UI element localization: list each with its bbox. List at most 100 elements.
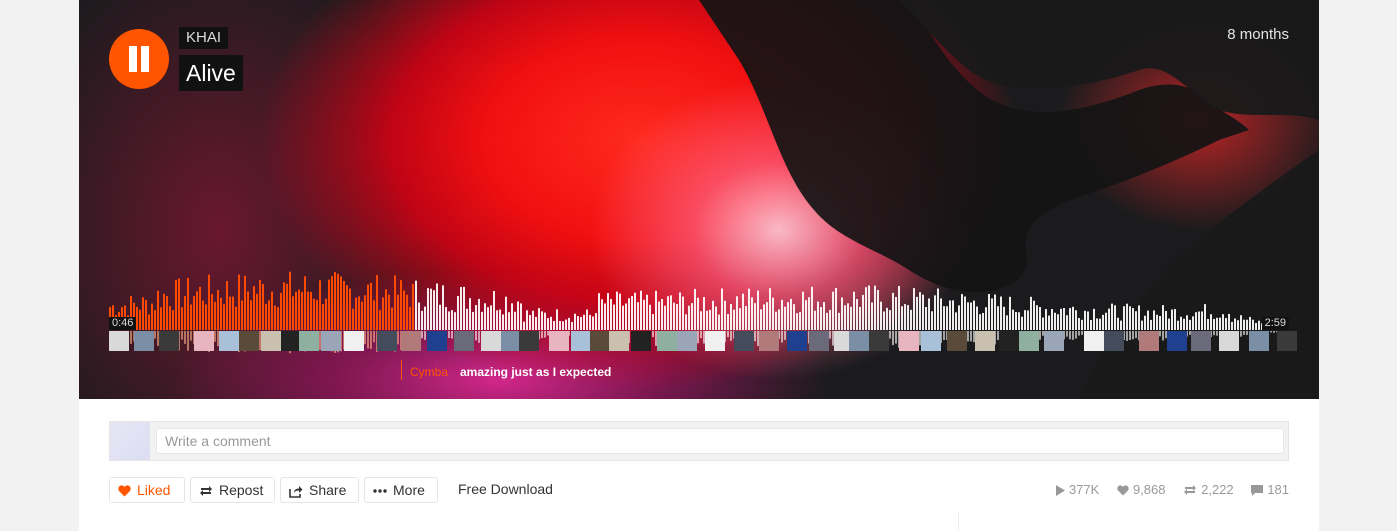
waveform[interactable] xyxy=(109,250,1289,370)
waveform-bar xyxy=(979,314,981,330)
commenter-avatar[interactable] xyxy=(657,331,677,351)
commenter-avatar[interactable] xyxy=(921,331,941,351)
user-avatar xyxy=(110,422,150,460)
commenter-avatar[interactable] xyxy=(809,331,829,351)
commenter-avatar[interactable] xyxy=(631,331,651,351)
waveform-bar xyxy=(1195,312,1197,330)
share-button[interactable]: Share xyxy=(280,477,359,503)
waveform-bar xyxy=(952,300,954,330)
waveform-bar xyxy=(628,298,630,330)
waveform-bar xyxy=(364,295,366,330)
waveform-bar xyxy=(1168,318,1170,330)
commenter-avatar[interactable] xyxy=(1044,331,1064,351)
commenter-avatar[interactable] xyxy=(999,331,1019,351)
waveform-bar xyxy=(619,293,621,330)
commenter-avatar[interactable] xyxy=(159,331,179,351)
commenter-avatar[interactable] xyxy=(1249,331,1269,351)
repost-button[interactable]: Repost xyxy=(190,477,275,503)
commenter-avatar[interactable] xyxy=(975,331,995,351)
comment-avatars-strip[interactable] xyxy=(109,331,1297,351)
waveform-bar xyxy=(1054,312,1056,330)
waveform-bar xyxy=(445,307,447,330)
waveform-bar xyxy=(688,305,690,330)
waveform-bar xyxy=(1024,310,1026,330)
commenter-avatar[interactable] xyxy=(590,331,610,351)
waveform-bar xyxy=(1204,304,1206,330)
waveform-bar xyxy=(634,292,636,330)
reposts-stat[interactable]: 2,222 xyxy=(1183,482,1234,497)
like-button[interactable]: Liked xyxy=(109,477,185,503)
commenter-avatar[interactable] xyxy=(1167,331,1187,351)
commenter-avatar[interactable] xyxy=(849,331,869,351)
waveform-bar xyxy=(376,275,378,330)
waveform-bar xyxy=(271,291,273,330)
commenter-avatar[interactable] xyxy=(947,331,967,351)
commenter-avatar[interactable] xyxy=(1277,331,1297,351)
waveform-bar xyxy=(616,291,618,330)
commenter-avatar[interactable] xyxy=(219,331,239,351)
waveform-bar xyxy=(940,298,942,330)
comments-stat[interactable]: 181 xyxy=(1251,482,1289,497)
commenter-avatar[interactable] xyxy=(519,331,539,351)
commenter-avatar[interactable] xyxy=(549,331,569,351)
free-download-link[interactable]: Free Download xyxy=(458,477,553,503)
commenter-avatar[interactable] xyxy=(344,331,364,351)
commenter-avatar[interactable] xyxy=(759,331,779,351)
waveform-bar xyxy=(1105,312,1107,330)
commenter-avatar[interactable] xyxy=(501,331,521,351)
commenter-avatar[interactable] xyxy=(239,331,259,351)
waveform-bar xyxy=(841,297,843,330)
commenter-avatar[interactable] xyxy=(1104,331,1124,351)
artist-name[interactable]: KHAI xyxy=(179,27,229,49)
track-title[interactable]: Alive xyxy=(179,55,243,91)
commenter-avatar[interactable] xyxy=(261,331,281,351)
commenter-avatar[interactable] xyxy=(427,331,447,351)
commenter-avatar[interactable] xyxy=(787,331,807,351)
waveform-bar xyxy=(838,312,840,330)
commenter-avatar[interactable] xyxy=(677,331,697,351)
commenter-avatar[interactable] xyxy=(1191,331,1211,351)
waveform-bar xyxy=(565,319,567,330)
likes-stat[interactable]: 9,868 xyxy=(1117,482,1166,497)
commenter-avatar[interactable] xyxy=(1139,331,1159,351)
waveform-bar xyxy=(304,276,306,330)
commenter-avatar[interactable] xyxy=(454,331,474,351)
commenter-avatar[interactable] xyxy=(1019,331,1039,351)
commenter-avatar[interactable] xyxy=(481,331,501,351)
commenter-avatar[interactable] xyxy=(299,331,319,351)
plays-stat: 377K xyxy=(1055,482,1099,497)
commenter-avatar[interactable] xyxy=(869,331,889,351)
commenter-avatar[interactable] xyxy=(377,331,397,351)
commenter-avatar[interactable] xyxy=(134,331,154,351)
more-button[interactable]: More xyxy=(364,477,438,503)
waveform-bar xyxy=(256,293,258,330)
share-label: Share xyxy=(309,482,347,498)
commenter-avatar[interactable] xyxy=(609,331,629,351)
waveform-bar xyxy=(955,312,957,330)
commenter-avatar[interactable] xyxy=(321,331,341,351)
commenter-avatar[interactable] xyxy=(899,331,919,351)
commenter-avatar[interactable] xyxy=(281,331,301,351)
waveform-bar xyxy=(451,310,453,330)
waveform-bar xyxy=(709,309,711,330)
commenter-avatar[interactable] xyxy=(401,331,421,351)
waveform-bar xyxy=(907,305,909,330)
commenter-avatar[interactable] xyxy=(571,331,591,351)
waveform-bar xyxy=(745,305,747,330)
comment-input[interactable] xyxy=(156,428,1284,454)
waveform-bar xyxy=(550,316,552,330)
waveform-bar xyxy=(244,275,246,330)
commenter-avatar[interactable] xyxy=(1219,331,1239,351)
waveform-bar xyxy=(253,286,255,330)
waveform-bar xyxy=(871,302,873,330)
commenter-avatar[interactable] xyxy=(1084,331,1104,351)
commenter-avatar[interactable] xyxy=(705,331,725,351)
commenter-avatar[interactable] xyxy=(194,331,214,351)
commenter-avatar[interactable] xyxy=(734,331,754,351)
pause-button[interactable] xyxy=(109,29,169,89)
commenter-avatar[interactable] xyxy=(109,331,129,351)
waveform-bar xyxy=(649,304,651,330)
waveform-bar xyxy=(1162,305,1164,330)
waveform-bar xyxy=(667,296,669,330)
timed-comment-user[interactable]: Cymba xyxy=(410,365,448,379)
